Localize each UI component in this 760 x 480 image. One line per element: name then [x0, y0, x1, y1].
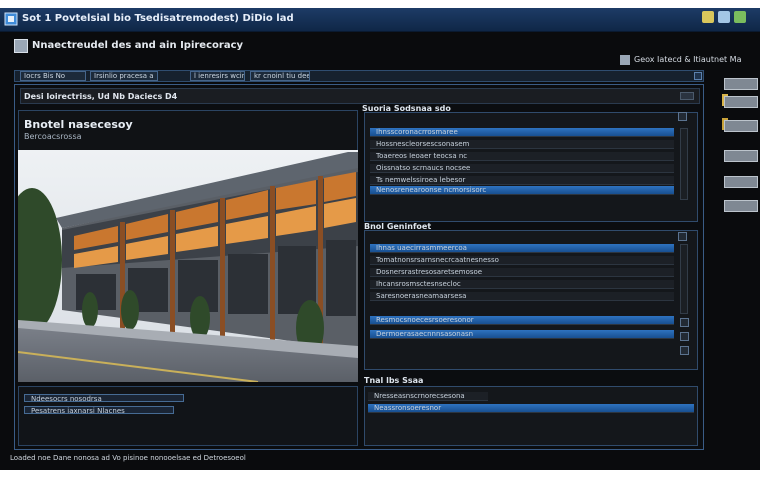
sub-header-label: Desi Ioirectriss, Ud Nb Daciecs D4 [24, 92, 178, 101]
toolbar-close-icon[interactable] [694, 72, 702, 80]
page-title: Nnaectreudel des and ain Ipirecoracy [32, 40, 244, 51]
details-row-2-label: Pesatrens iaxnarsi Nlacnes [31, 407, 125, 415]
subbar-toggle[interactable] [680, 92, 694, 100]
minimize-button[interactable] [702, 11, 714, 23]
panel2-row-2[interactable]: Tomatnonsrsarnsnecrcaatnesnesso [370, 256, 674, 265]
app-icon [4, 12, 18, 26]
panel1-row-4-label: Oissnatso scrnaucs nocsee [376, 164, 471, 172]
status-bar: Loaded noe Dane nonosa ad Vo pisinoe non… [10, 454, 246, 462]
panel1-row-1-label: Ihnsscoronacrrosmaree [376, 128, 458, 136]
panel2-scrollbar[interactable] [680, 244, 688, 314]
dock-item-6[interactable] [724, 200, 758, 212]
panel2-row-1-label: Ihnas uaecirrasmmeercoa [376, 244, 467, 252]
dock-item-3[interactable] [724, 120, 758, 132]
preview-subtitle: Bercoacsrossa [24, 132, 82, 141]
panel1-row-4[interactable]: Oissnatso scrnaucs nocsee [370, 164, 674, 173]
panel1-row-3-label: Toaereos Ieoaer teocsa nc [376, 152, 468, 160]
panel2-action-2[interactable] [680, 332, 689, 341]
panel1-row-2[interactable]: Hossnescleorsescsonasem [370, 140, 674, 149]
details-row-2[interactable]: Pesatrens iaxnarsi Nlacnes [24, 406, 174, 415]
panel2-row-6-label: Resmocsnoecesrsoeresonor [376, 316, 474, 324]
panel1-row-6[interactable]: Nenosrenearoonse ncmorsisorc [370, 186, 674, 195]
panel2-row-5[interactable]: Saresnoerasneamaarsesa [370, 292, 674, 301]
maximize-button[interactable] [718, 11, 730, 23]
panel2-row-2-label: Tomatnonsrsarnsnecrcaatnesnesso [376, 256, 499, 264]
panel1-scrollbar[interactable] [680, 128, 688, 200]
panel1-row-3[interactable]: Toaereos Ieoaer teocsa nc [370, 152, 674, 161]
panel2-row-7-label: Dermoerasaecnnnsasonasn [376, 330, 474, 338]
panel2-row-7[interactable]: Dermoerasaecnnnsasonasn [370, 330, 674, 339]
toolbar-item-1[interactable]: Iocrs Bis No [20, 71, 86, 81]
panel1-row-5[interactable]: Ts nemwelssiroea lebesor [370, 176, 674, 185]
panel2-action-1[interactable] [680, 318, 689, 327]
panel1-row-2-label: Hossnescleorsescsonasem [376, 140, 470, 148]
panel2-action-3[interactable] [680, 346, 689, 355]
panel1-row-1[interactable]: Ihnsscoronacrrosmaree [370, 128, 674, 137]
details-row-1[interactable]: Ndeesocrs nosodrsa [24, 394, 184, 403]
toolbar-item-3[interactable]: l ienresirs wcin [190, 71, 245, 81]
panel2-row-4[interactable]: Ihcansrosmsctesnsecloc [370, 280, 674, 289]
building-photo [18, 150, 358, 382]
dock-item-1[interactable] [724, 78, 758, 90]
toolbar-item-2[interactable]: Irsinlio pracesa a [90, 71, 158, 81]
dock-item-2[interactable] [724, 96, 758, 108]
close-button[interactable] [734, 11, 746, 23]
panel1-row-6-label: Nenosrenearoonse ncmorsisorc [376, 186, 487, 194]
details-row-1-label: Ndeesocrs nosodrsa [31, 395, 102, 403]
panel2-menu-button[interactable] [678, 232, 687, 241]
window-title: Sot 1 Povtelsial bio Tsedisatremodest) D… [22, 13, 294, 24]
panel1-row-5-label: Ts nemwelssiroea lebesor [376, 176, 466, 184]
panel2-row-4-label: Ihcansrosmsctesnsecloc [376, 280, 461, 288]
panel3-row-2-label: Neassronsoeresnor [374, 404, 442, 412]
document-icon [14, 39, 28, 53]
panel3-header: Tnal lbs Ssaa [364, 376, 424, 385]
panel2-row-1[interactable]: Ihnas uaecirrasmmeercoa [370, 244, 674, 253]
panel3-row-2[interactable]: Neassronsoeresnor [368, 404, 694, 413]
panel2-row-5-label: Saresnoerasneamaarsesa [376, 292, 467, 300]
panel1-menu-button[interactable] [678, 112, 687, 121]
preview-title: Bnotel nasecesoy [24, 118, 133, 131]
toolbar-item-4[interactable]: kr cnoinl tiu dee [250, 71, 310, 81]
info-icon [620, 55, 630, 65]
panel3-row-1[interactable]: Nresseasnscrnorecsesona [368, 392, 488, 401]
panel2-row-3-label: Dosnersrastresosaretsemosoe [376, 268, 483, 276]
panel3-row-1-label: Nresseasnscrnorecsesona [374, 392, 465, 400]
dock-item-5[interactable] [724, 176, 758, 188]
panel2-row-3[interactable]: Dosnersrastresosaretsemosoe [370, 268, 674, 277]
header-right-label: Geox Iatecd & Itiautnet Ma [634, 55, 742, 64]
panel2-row-6[interactable]: Resmocsnoecesrsoeresonor [370, 316, 674, 325]
dock-item-4[interactable] [724, 150, 758, 162]
